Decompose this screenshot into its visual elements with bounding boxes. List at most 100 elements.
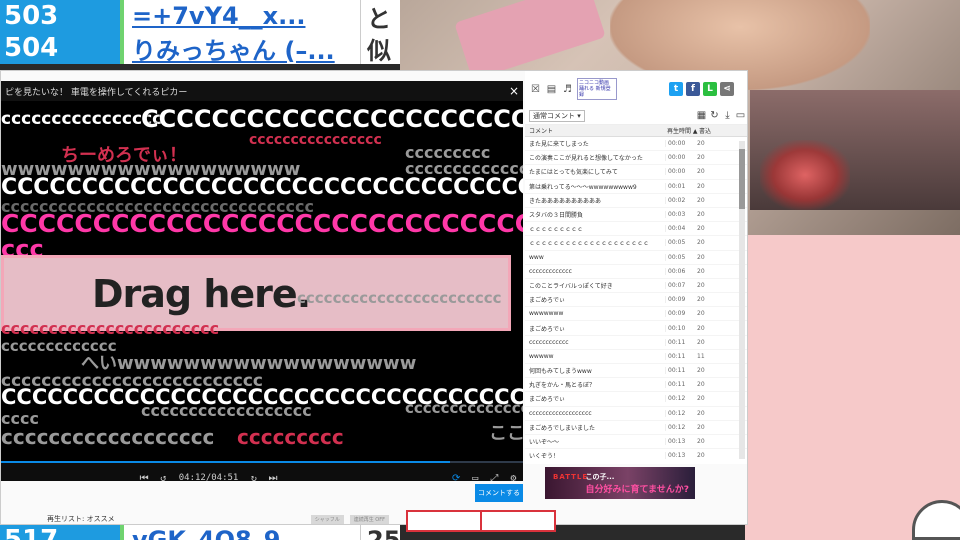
signup-badge[interactable]: ニコニコ動画 踊れる 新規登録 xyxy=(577,78,617,100)
webcam-pink-object xyxy=(454,0,606,81)
sheet-row-extra: と xyxy=(360,0,400,33)
comment-time: 00:09 xyxy=(665,296,697,304)
list-item[interactable]: いくぞう！ 00:13 20 xyxy=(525,449,747,462)
list-item[interactable]: スタバの３日間勝負 00:03 20 xyxy=(525,208,747,223)
comment-date: 20 xyxy=(697,338,705,346)
list-item[interactable]: cccccccccccc 00:11 20 xyxy=(525,336,747,350)
list-item[interactable]: きたああああああああああ 00:02 20 xyxy=(525,194,747,208)
loop-icon[interactable]: ⟳ xyxy=(447,468,466,482)
comment-date: 20 xyxy=(697,211,705,219)
fullscreen-icon[interactable]: ⤢ xyxy=(485,468,504,482)
list-item[interactable]: ｃｃｃｃｃｃｃｃｃ 00:04 20 xyxy=(525,222,747,237)
list-item[interactable]: また見に来てしまった 00:00 20 xyxy=(525,137,747,152)
list-item[interactable]: 第は乗れってる～～～wwwwwwwww9 00:01 20 xyxy=(525,180,747,194)
comment-time: 00:12 xyxy=(665,409,697,417)
comment-text: また見に来てしまった xyxy=(529,141,589,149)
list-item[interactable]: まごめろでしまいました 00:12 20 xyxy=(525,421,747,435)
close-icon[interactable]: × xyxy=(505,84,523,98)
comment-type-select[interactable]: 通常コメント ▾ xyxy=(529,109,585,122)
list-item[interactable]: まごめろでぃ 00:10 20 xyxy=(525,321,747,336)
danmaku-comment: cccccccccccccccc xyxy=(1,109,163,129)
refresh-icon[interactable]: ↻ xyxy=(708,109,721,122)
comment-time: 00:05 xyxy=(665,253,697,261)
list-item[interactable]: wwwwwww 00:09 20 xyxy=(525,307,747,322)
list-item[interactable]: このことライバルっぽくて好き 00:07 20 xyxy=(525,279,747,294)
download-icon[interactable]: ⤓ xyxy=(721,109,734,122)
sheet-row-name-link[interactable]: =+7vY4__x... xyxy=(120,0,360,32)
ad-text: この子... xyxy=(585,472,615,481)
comment-text: スタバの３日間勝負 xyxy=(529,212,584,220)
danmaku-comment: ccccccccccccccccccccccc xyxy=(297,289,502,307)
video-player[interactable]: ピを見たいな！ 車電を操作してくれるピカー × cccccccccccccccc… xyxy=(1,81,523,481)
player-controls: ⏮ ↺ 04:12/04:51 ↻ ⏭ ⟳ ▭ ⤢ ⚙ xyxy=(1,463,523,481)
list-item[interactable]: www 00:05 20 xyxy=(525,251,747,265)
list-item[interactable]: 丸ぎをかん・馬とるぼ？ 00:11 20 xyxy=(525,378,747,393)
comment-panel: ☒ ▤ ♬ ニコニコ動画 踊れる 新規登録 t f L ⋖ 通常コメント ▾ ▦… xyxy=(525,71,747,464)
comment-text: まごめろでぃ xyxy=(529,396,566,404)
comment-time: 00:00 xyxy=(665,140,697,148)
grid-icon[interactable]: ▦ xyxy=(695,109,708,122)
facebook-icon[interactable]: f xyxy=(686,82,700,96)
list-item[interactable]: 何回もみてしまうwww 00:11 20 xyxy=(525,364,747,379)
message-icon[interactable]: ▭ xyxy=(734,109,747,122)
comment-text: cccccccccccc xyxy=(529,338,569,346)
speaker-icon[interactable]: ♬ xyxy=(561,83,574,96)
list-item[interactable]: ccccccccccccccccccc 00:12 20 xyxy=(525,407,747,421)
danmaku-comment: ccccccccccccccccccccc xyxy=(405,399,523,417)
player-header: ピを見たいな！ 車電を操作してくれるピカー × xyxy=(1,81,523,101)
settings-gear-icon[interactable]: ⚙ xyxy=(504,468,523,482)
loop-button[interactable]: 連続再生 OFF xyxy=(349,514,389,524)
comment-time: 00:00 xyxy=(665,168,697,176)
drag-label: Drag here. xyxy=(92,272,311,316)
sheet-row-number: 504 xyxy=(0,32,120,64)
list-item[interactable]: まごめろでぃ 00:09 20 xyxy=(525,293,747,308)
comment-time: 00:13 xyxy=(665,452,697,460)
list-item[interactable]: たまにはとっても気楽にしてみて 00:00 20 xyxy=(525,165,747,180)
line-icon[interactable]: L xyxy=(703,82,717,96)
panel-toolbar: ☒ ▤ ♬ ニコニコ動画 踊れる 新規登録 t f L ⋖ xyxy=(525,71,747,107)
list-item[interactable]: wwwww 00:11 11 xyxy=(525,350,747,364)
comment-text: ｃｃｃｃｃｃｃｃｃｃｃｃｃｃｃｃｃｃｃｃ xyxy=(529,240,650,248)
comment-date: 20 xyxy=(697,182,705,190)
screen: 503 =+7vY4__x... と 504 りみっちゃん (–... 似 51… xyxy=(0,0,960,540)
list-item[interactable]: ccccccccccccc 00:06 20 xyxy=(525,265,747,279)
comment-time: 00:03 xyxy=(665,211,697,219)
comment-text: まごめろでぃ xyxy=(529,297,566,305)
col-date[interactable]: 書込 xyxy=(699,126,711,135)
sheet-row[interactable]: 504 りみっちゃん (–... 似 xyxy=(0,32,400,65)
forward-icon[interactable]: ↻ xyxy=(244,468,263,482)
rewind-icon[interactable]: ↺ xyxy=(154,468,173,482)
post-comment-button[interactable]: コメントする xyxy=(475,484,523,502)
shuffle-button[interactable]: シャッフル xyxy=(310,514,344,524)
sheet-row[interactable]: 503 =+7vY4__x... と xyxy=(0,0,400,33)
share-icon[interactable]: ⋖ xyxy=(720,82,734,96)
list-item[interactable]: いいぞ～～ 00:13 20 xyxy=(525,435,747,450)
comment-toggle-icon[interactable]: ▭ xyxy=(466,468,485,482)
comment-list[interactable]: また見に来てしまった 00:00 20 この演奏ここが見れると想像してなかった 00:0… xyxy=(525,137,747,462)
scrollbar-thumb[interactable] xyxy=(739,149,745,209)
sheet-row-number: 503 xyxy=(0,0,120,32)
sheet-row-name-link[interactable]: vGK_4O8_9... xyxy=(120,524,360,540)
folder-icon[interactable]: ▤ xyxy=(545,83,558,96)
danmaku-comment: CCCCCCCCCCCCCCCCCCCCCCCCCCCCCCCCCCCCCCC xyxy=(1,175,523,200)
list-item[interactable]: この演奏ここが見れると想像してなかった 00:00 20 xyxy=(525,151,747,166)
twitter-icon[interactable]: t xyxy=(669,82,683,96)
sheet-row-extra: 似 xyxy=(360,32,400,65)
close-box-icon[interactable]: ☒ xyxy=(529,83,542,96)
sheet-row-name-link[interactable]: りみっちゃん (–... xyxy=(120,32,360,64)
list-item[interactable]: まごめろでぃ 00:12 20 xyxy=(525,392,747,407)
danmaku-comment: ccccccccccccccccccccccc xyxy=(1,319,220,338)
scrollbar[interactable] xyxy=(739,141,745,459)
comment-time: 00:12 xyxy=(665,423,697,431)
col-comment[interactable]: コメント xyxy=(525,126,665,135)
comment-text: まごめろでしまいました xyxy=(529,424,596,432)
skip-forward-icon[interactable]: ⏭ xyxy=(263,468,282,482)
sheet-row[interactable]: 517 vGK_4O8_9... 25 xyxy=(0,524,400,540)
ad-banner[interactable]: BATTLE この子... 自分好みに育てませんか? xyxy=(545,467,695,499)
list-item[interactable]: ｃｃｃｃｃｃｃｃｃｃｃｃｃｃｃｃｃｃｃｃ 00:05 20 xyxy=(525,236,747,251)
comment-date: 20 xyxy=(697,267,705,275)
comment-text: 丸ぎをかん・馬とるぼ？ xyxy=(529,382,596,390)
skip-back-icon[interactable]: ⏮ xyxy=(135,468,154,482)
video-title: ピを見たいな！ 車電を操作してくれるピカー xyxy=(5,87,188,98)
col-time[interactable]: 再生時間 ▲ xyxy=(665,126,699,135)
